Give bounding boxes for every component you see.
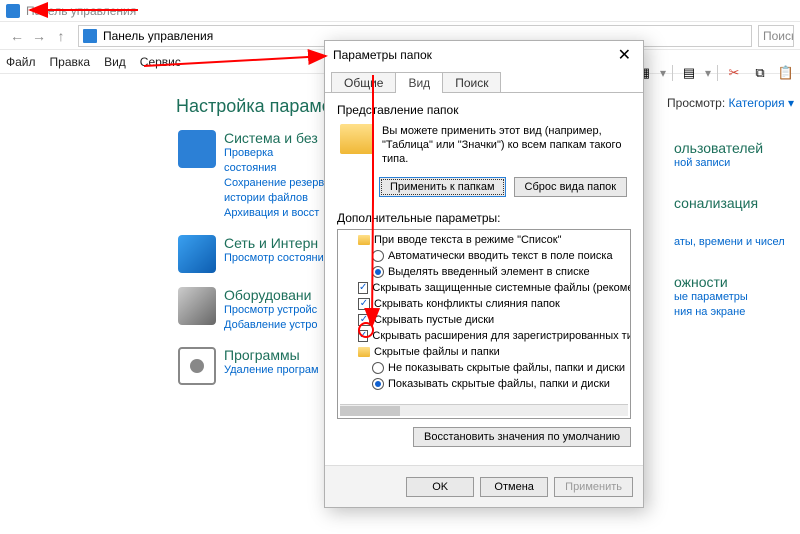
setting-label: Скрывать конфликты слияния папок bbox=[374, 298, 560, 310]
menu-view[interactable]: Вид bbox=[104, 55, 126, 69]
advanced-setting-row[interactable]: Автоматически вводить текст в поле поиск… bbox=[342, 248, 630, 264]
cut-icon[interactable]: ✂ bbox=[724, 63, 744, 83]
folder-icon bbox=[358, 347, 370, 357]
tab-search[interactable]: Поиск bbox=[442, 72, 501, 93]
category-link[interactable]: истории файлов bbox=[224, 191, 328, 206]
highlight-circle bbox=[358, 322, 374, 338]
radio[interactable] bbox=[372, 266, 384, 278]
control-panel-icon bbox=[83, 29, 97, 43]
setting-label: Не показывать скрытые файлы, папки и дис… bbox=[388, 362, 625, 374]
category-item: ПрограммыУдаление програм bbox=[178, 347, 328, 385]
advanced-setting-row[interactable]: Скрытые файлы и папки bbox=[342, 344, 630, 360]
category-icon bbox=[178, 347, 216, 385]
setting-label: Выделять введенный элемент в списке bbox=[388, 266, 590, 278]
view-dropdown[interactable]: Категория bbox=[729, 96, 785, 110]
category-link[interactable]: ной записи bbox=[674, 156, 794, 171]
category-link[interactable]: ые параметры bbox=[674, 290, 794, 305]
category-title[interactable]: ользователей bbox=[674, 140, 794, 156]
setting-label: Скрытые файлы и папки bbox=[374, 346, 500, 358]
menu-file[interactable]: Файл bbox=[6, 55, 36, 69]
category-link[interactable]: аты, времени и чисел bbox=[674, 235, 794, 250]
menu-tools[interactable]: Сервис bbox=[140, 55, 181, 69]
tab-general[interactable]: Общие bbox=[331, 72, 396, 93]
folder-icon bbox=[340, 124, 374, 154]
advanced-settings-list[interactable]: При вводе текста в режиме "Список" Автома… bbox=[337, 229, 631, 419]
right-toolbar: ▦ ▾ ▤ ▾ ✂ ⧉ 📋 bbox=[634, 60, 796, 86]
ok-button[interactable]: OK bbox=[406, 477, 474, 497]
forward-button[interactable]: → bbox=[28, 25, 50, 47]
breadcrumb: Панель управления bbox=[103, 29, 213, 43]
setting-label: Скрывать расширения для зарегистрированн… bbox=[372, 330, 630, 342]
advanced-setting-row[interactable]: При вводе текста в режиме "Список" bbox=[342, 232, 630, 248]
category-icon bbox=[178, 130, 216, 168]
category-link[interactable]: Просмотр состояни bbox=[224, 251, 324, 266]
advanced-setting-row[interactable]: Показывать скрытые файлы, папки и диски bbox=[342, 376, 630, 392]
horizontal-scrollbar[interactable] bbox=[340, 404, 628, 416]
restore-defaults-button[interactable]: Восстановить значения по умолчанию bbox=[413, 427, 631, 447]
cancel-button[interactable]: Отмена bbox=[480, 477, 548, 497]
setting-label: Автоматически вводить текст в поле поиск… bbox=[388, 250, 613, 262]
advanced-setting-row[interactable]: Скрывать расширения для зарегистрированн… bbox=[342, 328, 630, 344]
search-input[interactable]: Поиск bbox=[758, 25, 794, 47]
category-title[interactable]: Программы bbox=[224, 347, 319, 363]
radio[interactable] bbox=[372, 362, 384, 374]
close-icon[interactable]: ✕ bbox=[614, 45, 635, 65]
folderview-text: Вы можете применить этот вид (например, … bbox=[382, 124, 628, 166]
category-item: Система и безПроверка состоянияСохранени… bbox=[178, 130, 328, 221]
dialog-title: Параметры папок bbox=[333, 48, 614, 62]
advanced-setting-row[interactable]: Скрывать защищенные системные файлы (рек… bbox=[342, 280, 630, 296]
folder-options-dialog: Параметры папок ✕ Общие Вид Поиск Предст… bbox=[324, 40, 644, 508]
advanced-group-label: Дополнительные параметры: bbox=[337, 211, 631, 225]
reset-folders-button[interactable]: Сброс вида папок bbox=[514, 177, 628, 197]
layout-icon[interactable]: ▤ bbox=[679, 63, 699, 83]
category-title[interactable]: ожности bbox=[674, 274, 794, 290]
setting-label: Скрывать защищенные системные файлы (рек… bbox=[372, 282, 630, 294]
menu-edit[interactable]: Правка bbox=[50, 55, 91, 69]
category-link[interactable]: Добавление устро bbox=[224, 318, 318, 333]
paste-icon[interactable]: 📋 bbox=[776, 63, 796, 83]
copy-icon[interactable]: ⧉ bbox=[750, 63, 770, 83]
category-title[interactable]: сонализация bbox=[674, 195, 794, 211]
advanced-setting-row[interactable]: Выделять введенный элемент в списке bbox=[342, 264, 630, 280]
apply-button[interactable]: Применить bbox=[554, 477, 633, 497]
view-label: Просмотр: bbox=[667, 96, 725, 110]
category-item: ОборудованиПросмотр устройсДобавление ус… bbox=[178, 287, 328, 333]
app-icon bbox=[6, 4, 20, 18]
category-title[interactable]: Система и без bbox=[224, 130, 328, 146]
category-link[interactable]: Проверка состояния bbox=[224, 146, 328, 176]
back-button[interactable]: ← bbox=[6, 25, 28, 47]
radio[interactable] bbox=[372, 378, 384, 390]
setting-label: Скрывать пустые диски bbox=[374, 314, 494, 326]
setting-label: При вводе текста в режиме "Список" bbox=[374, 234, 561, 246]
category-link[interactable]: Удаление програм bbox=[224, 363, 319, 378]
advanced-setting-row[interactable]: Скрывать конфликты слияния папок bbox=[342, 296, 630, 312]
category-link[interactable]: Просмотр устройс bbox=[224, 303, 318, 318]
advanced-setting-row[interactable]: Скрывать пустые диски bbox=[342, 312, 630, 328]
checkbox[interactable] bbox=[358, 298, 370, 310]
category-icon bbox=[178, 235, 216, 273]
apply-to-folders-button[interactable]: Применить к папкам bbox=[379, 177, 506, 197]
category-title[interactable]: Сеть и Интерн bbox=[224, 235, 324, 251]
folder-icon bbox=[358, 235, 370, 245]
category-item: Сеть и ИнтернПросмотр состояни bbox=[178, 235, 328, 273]
category-icon bbox=[178, 287, 216, 325]
setting-label: Показывать скрытые файлы, папки и диски bbox=[388, 378, 610, 390]
category-link[interactable]: ния на экране bbox=[674, 305, 794, 320]
category-link[interactable]: Сохранение резерв bbox=[224, 176, 328, 191]
radio[interactable] bbox=[372, 250, 384, 262]
category-link[interactable]: Архивация и восст bbox=[224, 206, 328, 221]
checkbox[interactable] bbox=[358, 282, 368, 294]
category-title[interactable]: Оборудовани bbox=[224, 287, 318, 303]
tab-view[interactable]: Вид bbox=[395, 72, 443, 93]
up-button[interactable]: ↑ bbox=[50, 25, 72, 47]
advanced-setting-row[interactable]: Не показывать скрытые файлы, папки и дис… bbox=[342, 360, 630, 376]
window-title: Панель управления bbox=[26, 4, 136, 18]
folderview-group-label: Представление папок bbox=[337, 103, 631, 117]
